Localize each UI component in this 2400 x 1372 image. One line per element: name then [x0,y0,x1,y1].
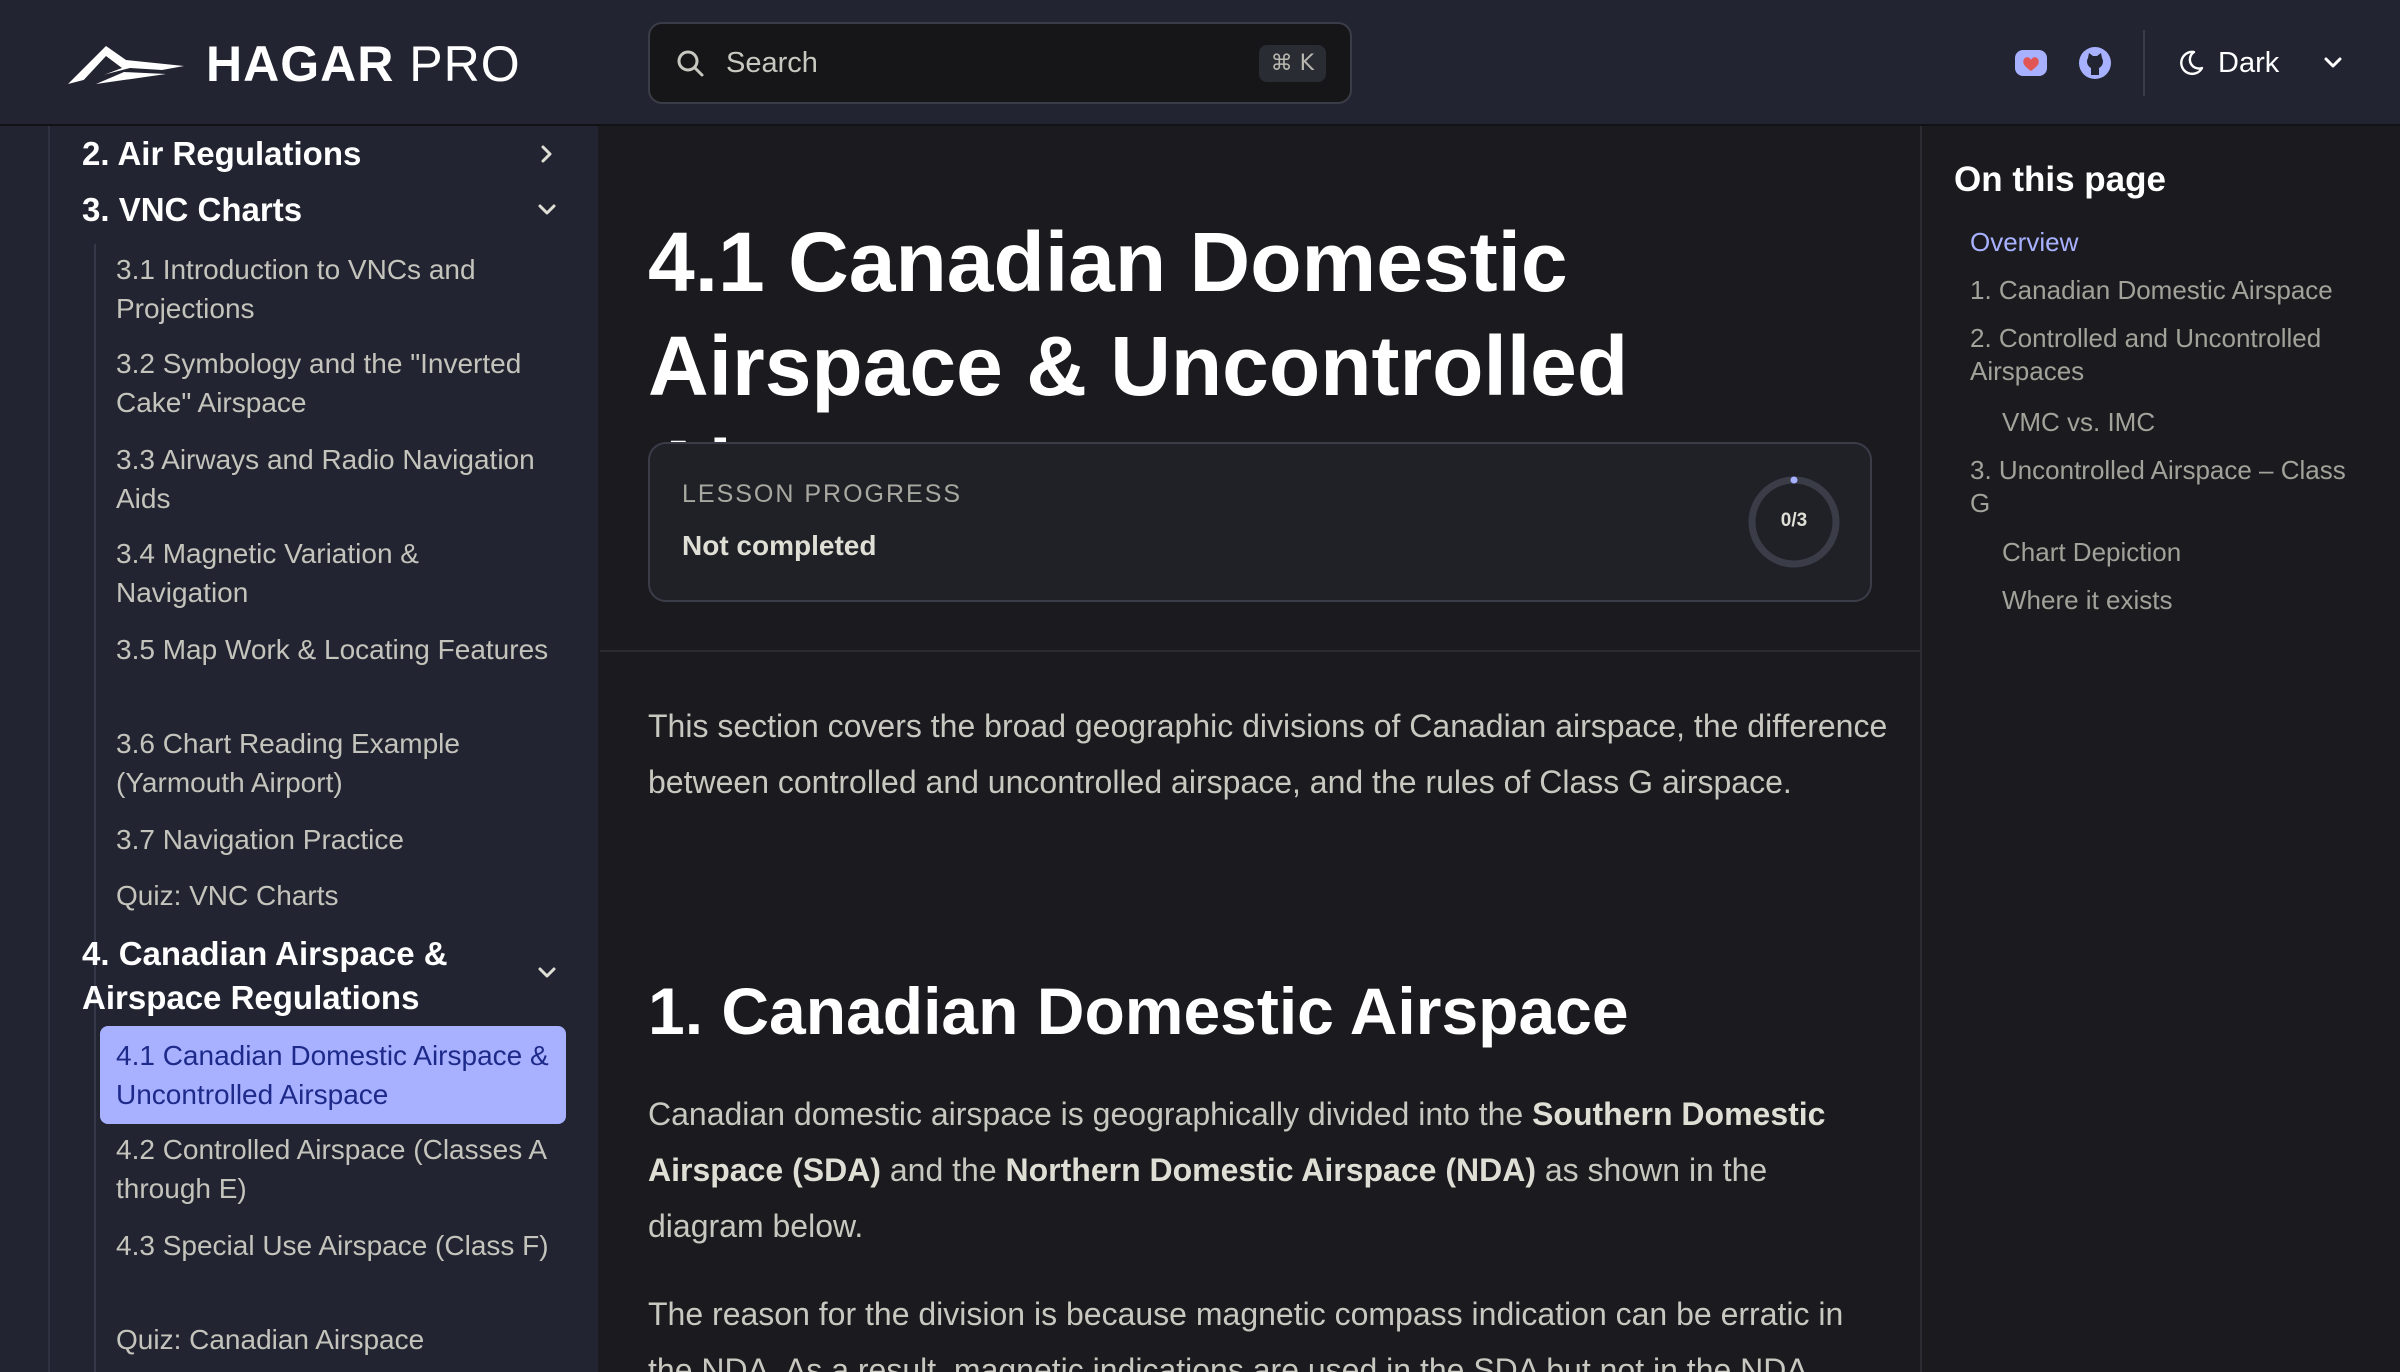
intro-paragraph: This section covers the broad geographic… [648,708,1888,800]
search-shortcut-badge: ⌘ K [1258,44,1326,82]
chevron-right-icon [541,145,552,163]
toc-link-class-g[interactable]: 3. Uncontrolled Airspace – Class G [1970,454,2350,520]
chevron-down-icon [538,204,556,215]
search-button[interactable]: Search ⌘ K [648,22,1352,104]
toc-link-overview[interactable]: Overview [1970,226,2370,259]
airspace-subnav-rail [94,1026,96,1372]
search-icon [677,50,704,77]
moon-icon [2180,50,2204,75]
top-navbar: HAGAR PRO Search ⌘ K Dark [0,0,2400,126]
content-divider [600,650,1920,652]
theme-label: Dark [2218,46,2280,79]
sidebar-item-3-6[interactable]: 3.6 Chart Reading Example (Yarmouth Airp… [100,724,566,802]
toc-link-controlled-uncontrolled[interactable]: 2. Controlled and Uncontrolled Airspaces [1970,322,2370,388]
progress-status: Not completed [682,530,877,561]
progress-count: 0/3 [1780,510,1808,531]
sidebar-nav: 2. Air Regulations 3. VNC Charts 3.1 Int… [0,126,598,1372]
chevron-down-icon[interactable] [2318,48,2348,78]
sidebar-item-3-1[interactable]: 3.1 Introduction to VNCs and Projections [100,250,566,328]
chevron-down-icon [538,967,556,978]
sidebar-rail [48,126,50,1372]
github-icon[interactable] [2076,44,2114,82]
search-label: Search [726,46,818,79]
sidebar-item-3-2[interactable]: 3.2 Symbology and the "Inverted Cake" Ai… [100,344,566,422]
site-logo[interactable]: HAGAR PRO [66,36,521,92]
text-run: Canadian domestic airspace is geographic… [648,1096,1533,1132]
sidebar-section-canadian-airspace[interactable]: 4. Canadian Airspace & Airspace Regulati… [82,932,562,1020]
sidebar-section-vnc-charts[interactable]: 3. VNC Charts [82,188,562,232]
sidebar-item-3-3[interactable]: 3.3 Airways and Radio Navigation Aids [100,440,566,518]
progress-label: LESSON PROGRESS [682,480,963,508]
main-content: 4.1 Canadian Domestic Airspace & Uncontr… [600,126,1920,1372]
logo-text: HAGAR PRO [206,36,521,92]
sidebar-section-label: 3. VNC Charts [82,191,303,228]
sda-nda-paragraph: Canadian domestic airspace is geographic… [648,1086,1888,1254]
toc-link-chart-depiction[interactable]: Chart Depiction [2002,536,2400,569]
sidebar-item-3-4[interactable]: 3.4 Magnetic Variation & Navigation [100,534,566,612]
sidebar-item-4-2[interactable]: 4.2 Controlled Airspace (Classes A throu… [100,1130,566,1208]
compass-paragraph: The reason for the division is because m… [648,1296,1844,1372]
lesson-progress-card: LESSON PROGRESS Not completed 0/3 [648,442,1872,602]
text-run: and the [880,1152,1006,1188]
sidebar-item-3-7[interactable]: 3.7 Navigation Practice [100,820,566,859]
sidebar-section-label: 4. Canadian Airspace & Airspace Regulati… [82,935,448,1016]
on-this-page-toc: On this page Overview 1. Canadian Domest… [1922,126,2400,1372]
toc-title: On this page [1954,160,2166,199]
logo-wing-icon [68,46,184,84]
nda-term: Northern Domestic Airspace (NDA) [1005,1152,1536,1188]
sidebar-item-4-3[interactable]: 4.3 Special Use Airspace (Class F) [100,1226,566,1265]
sidebar-item-4-1-active[interactable]: 4.1 Canadian Domestic Airspace & Uncontr… [100,1026,566,1124]
toc-link-vmc-imc[interactable]: VMC vs. IMC [2002,406,2400,439]
toc-link-where-it-exists[interactable]: Where it exists [2002,584,2400,617]
vnc-subnav-rail [94,244,96,1040]
header-divider [2143,30,2145,96]
sidebar-item-quiz-vnc[interactable]: Quiz: VNC Charts [100,876,566,915]
section-heading-canadian-domestic-airspace: 1. Canadian Domestic Airspace [648,974,1629,1048]
sidebar-section-air-regulations[interactable]: 2. Air Regulations [82,132,562,176]
heart-icon[interactable] [2012,44,2050,82]
sidebar-section-label: 2. Air Regulations [82,135,362,172]
toc-link-canadian-domestic-airspace[interactable]: 1. Canadian Domestic Airspace [1970,274,2370,307]
sidebar-item-quiz-airspace[interactable]: Quiz: Canadian Airspace [100,1320,566,1359]
theme-toggle[interactable]: Dark [2176,40,2279,86]
sidebar-item-3-5[interactable]: 3.5 Map Work & Locating Features [100,630,566,669]
